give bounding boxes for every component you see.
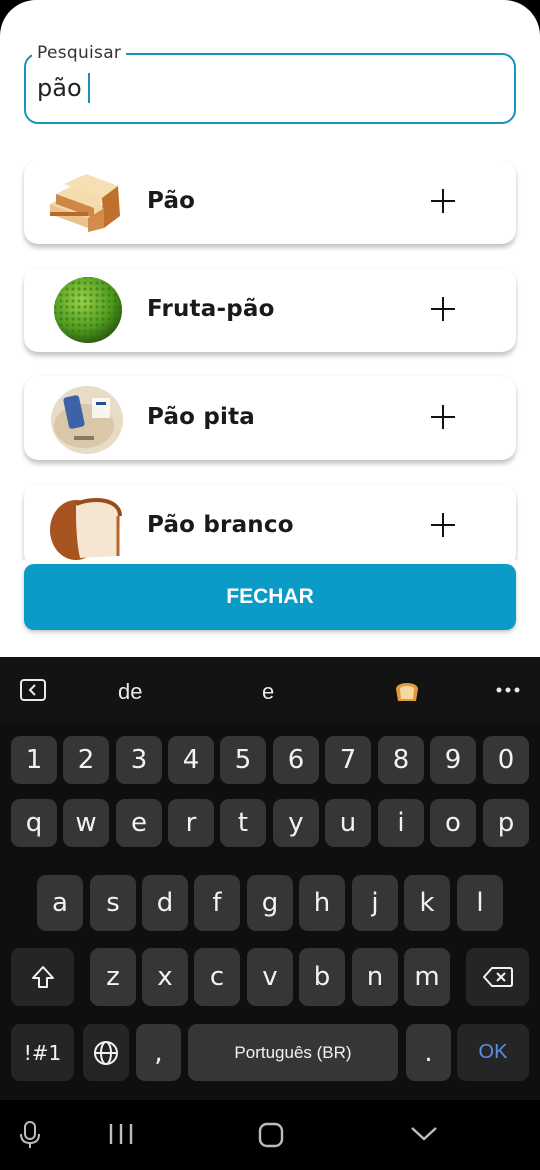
key-y[interactable]: y xyxy=(273,799,319,847)
key-s[interactable]: s xyxy=(90,875,136,931)
bread-slices-image xyxy=(50,174,120,232)
key-7[interactable]: 7 xyxy=(325,736,371,784)
key-o[interactable]: o xyxy=(430,799,476,847)
search-label: Pesquisar xyxy=(32,43,127,63)
microphone-icon[interactable] xyxy=(18,1120,42,1150)
search-input[interactable] xyxy=(24,53,516,124)
shift-key[interactable] xyxy=(11,948,74,1006)
search-value: pão xyxy=(37,74,82,102)
key-j[interactable]: j xyxy=(352,875,398,931)
key-9[interactable]: 9 xyxy=(430,736,476,784)
item-name: Pão xyxy=(147,188,196,214)
list-item[interactable]: Fruta-pão xyxy=(24,268,516,352)
list-item[interactable]: Pão pita xyxy=(24,376,516,460)
hide-keyboard-icon[interactable] xyxy=(410,1126,438,1142)
key-h[interactable]: h xyxy=(299,875,345,931)
search-value-wrap: pão xyxy=(37,73,90,103)
pita-bread-package-image xyxy=(51,386,123,454)
period-key[interactable]: . xyxy=(406,1024,451,1081)
close-button[interactable]: FECHAR xyxy=(24,564,516,630)
key-z[interactable]: z xyxy=(90,948,136,1006)
bread-emoji[interactable] xyxy=(392,677,422,703)
key-r[interactable]: r xyxy=(168,799,214,847)
more-options-icon[interactable] xyxy=(496,687,520,693)
key-l[interactable]: l xyxy=(457,875,503,931)
key-p[interactable]: p xyxy=(483,799,529,847)
key-6[interactable]: 6 xyxy=(273,736,319,784)
home-icon[interactable] xyxy=(258,1122,284,1148)
key-f[interactable]: f xyxy=(194,875,240,931)
key-q[interactable]: q xyxy=(11,799,57,847)
key-k[interactable]: k xyxy=(404,875,450,931)
key-4[interactable]: 4 xyxy=(168,736,214,784)
key-8[interactable]: 8 xyxy=(378,736,424,784)
comma-key[interactable]: , xyxy=(136,1024,181,1081)
key-n[interactable]: n xyxy=(352,948,398,1006)
add-icon[interactable] xyxy=(431,189,455,213)
key-a[interactable]: a xyxy=(37,875,83,931)
key-t[interactable]: t xyxy=(220,799,266,847)
key-d[interactable]: d xyxy=(142,875,188,931)
list-item[interactable]: Pão branco xyxy=(24,484,516,560)
key-3[interactable]: 3 xyxy=(116,736,162,784)
key-g[interactable]: g xyxy=(247,875,293,931)
shift-icon xyxy=(31,966,54,988)
item-name: Pão branco xyxy=(147,512,294,538)
suggestion-bar: de e xyxy=(0,657,540,723)
add-icon[interactable] xyxy=(431,513,455,537)
list-item[interactable]: Pão xyxy=(24,160,516,244)
key-e[interactable]: e xyxy=(116,799,162,847)
search-sheet: Pesquisar pão Pão Fruta-pão Pão pita Pão… xyxy=(0,0,540,657)
text-caret xyxy=(87,73,90,103)
key-b[interactable]: b xyxy=(299,948,345,1006)
suggestion-2[interactable]: e xyxy=(262,679,274,705)
ok-key[interactable]: OK xyxy=(457,1024,529,1081)
recent-apps-icon[interactable] xyxy=(108,1122,134,1146)
item-name: Pão pita xyxy=(147,404,256,430)
item-name: Fruta-pão xyxy=(147,296,275,322)
suggestion-1[interactable]: de xyxy=(118,679,142,705)
key-w[interactable]: w xyxy=(63,799,109,847)
key-u[interactable]: u xyxy=(325,799,371,847)
key-v[interactable]: v xyxy=(247,948,293,1006)
add-icon[interactable] xyxy=(431,297,455,321)
white-bread-loaf-image xyxy=(50,498,122,560)
key-c[interactable]: c xyxy=(194,948,240,1006)
breadfruit-image xyxy=(54,277,122,343)
globe-icon xyxy=(94,1040,118,1065)
key-2[interactable]: 2 xyxy=(63,736,109,784)
language-key[interactable] xyxy=(83,1024,129,1081)
symbols-key[interactable]: !#1 xyxy=(11,1024,74,1081)
key-1[interactable]: 1 xyxy=(11,736,57,784)
system-nav-bar xyxy=(0,1100,540,1170)
key-x[interactable]: x xyxy=(142,948,188,1006)
backspace-key[interactable] xyxy=(466,948,529,1006)
add-icon[interactable] xyxy=(431,405,455,429)
backspace-icon xyxy=(482,967,513,987)
results-list[interactable]: Pão Fruta-pão Pão pita Pão branco xyxy=(0,160,540,560)
space-key[interactable]: Português (BR) xyxy=(188,1024,398,1081)
keyboard: de e 1 2 3 4 5 6 7 8 9 0 q w e r t y u i… xyxy=(0,657,540,1170)
key-5[interactable]: 5 xyxy=(220,736,266,784)
keyboard-collapse-icon[interactable] xyxy=(20,679,46,701)
key-m[interactable]: m xyxy=(404,948,450,1006)
key-i[interactable]: i xyxy=(378,799,424,847)
key-0[interactable]: 0 xyxy=(483,736,529,784)
